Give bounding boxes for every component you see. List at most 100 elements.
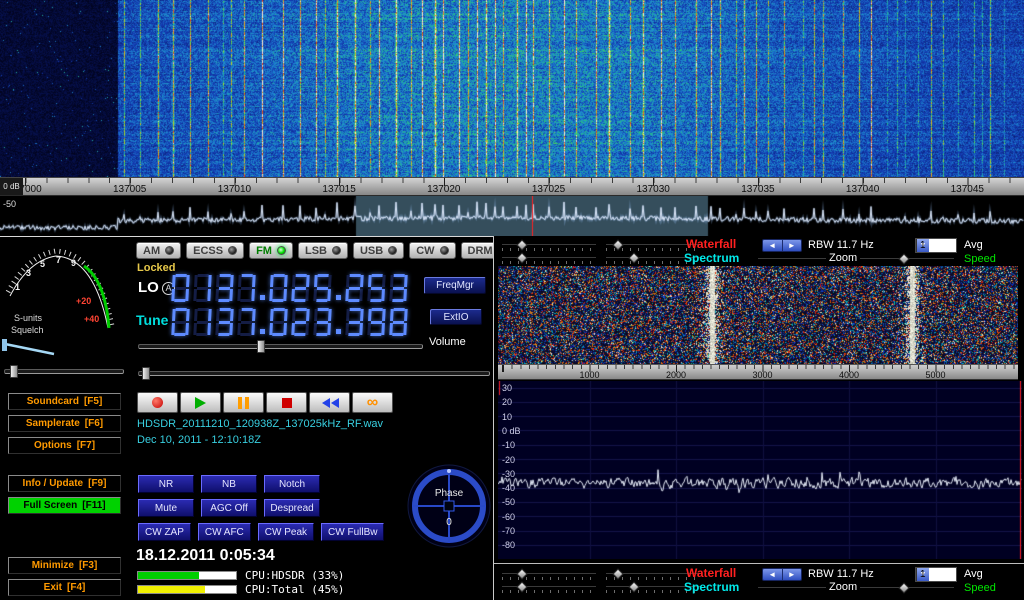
db-label: 20 [502,397,512,407]
cpu-total-label: CPU:Total (45%) [245,583,344,596]
cpu-hdsdr-label: CPU:HDSDR (33%) [245,569,344,582]
right-bottom-bar: WaterfallSpectrum ◄► RBW 11.7 HzZoom 1▼ Avg S… [496,566,1024,596]
ruler-label: 137045 [951,184,984,195]
db-label: -30 [502,469,515,479]
db-label: 0 dB [502,426,521,436]
ruler-corner-db-label: 0 dB [0,178,23,195]
dsp-button-cw-fullbw[interactable]: CW FullBw [321,523,384,541]
cpu-hdsdr-fill [138,572,199,579]
db-label: -80 [502,540,515,550]
waterfall-label-bottom[interactable]: Waterfall [686,566,736,580]
db-label: 10 [502,412,512,422]
ruler-label: 137010 [218,184,251,195]
right-top-bar: WaterfallSpectrum ◄► RBW 11.7 HzZoom 1▼ Avg S… [496,237,1024,267]
db-label: -10 [502,440,515,450]
dsp-button-despread[interactable]: Despread [264,499,320,517]
dsp-button-notch[interactable]: Notch [264,475,320,493]
slider-thumb-icon[interactable] [898,253,909,264]
db-label: -20 [502,455,515,465]
cpu-total-row: CPU:Total (45%) [137,583,344,596]
phase-label: Phase [435,488,464,499]
ruler-label: 137040 [846,184,879,195]
dsp-button-mute[interactable]: Mute [138,499,194,517]
spectrum-label-bottom[interactable]: Spectrum [684,580,739,594]
datetime-display: 18.12.2011 0:05:34 [136,547,275,565]
cpu-hdsdr-row: CPU:HDSDR (33%) [137,569,344,582]
cpu-total-bar [137,585,237,594]
audio-waterfall[interactable] [498,266,1018,364]
slider-thumb-icon[interactable] [898,582,909,593]
display-slider-2-top[interactable] [502,253,596,265]
hdsdr-window: 0 dB 13700013700513701013701513702013702… [0,0,1024,600]
dsp-row: Mute AGC Off Despread [138,499,320,517]
dsp-button-cw-peak[interactable]: CW Peak [258,523,314,541]
divider-line [494,563,1024,564]
display-slider-2-bottom[interactable] [502,582,596,594]
display-slider-0-top[interactable] [502,240,596,252]
panel-divider [493,236,494,600]
db-label: -60 [502,512,515,522]
avg-dropdown-bottom[interactable]: 1▼ [915,567,957,582]
ruler-label: 4000 [839,370,859,380]
speed-label-top: Speed [964,253,996,265]
spectrum-label-top[interactable]: Spectrum [684,251,739,265]
db-label: 30 [502,383,512,393]
slider-ticks [502,577,596,580]
display-slider-0-bottom[interactable] [502,569,596,581]
phase-top-dot [447,469,451,473]
slider-ticks [502,248,596,251]
main-waterfall[interactable] [0,0,1024,177]
zoom-label-bottom: Zoom [826,581,860,593]
upper-spectrum-container[interactable]: -50 [0,196,1024,236]
ruler-label: 137030 [637,184,670,195]
ruler-label: 137025 [532,184,565,195]
rbw-label-bottom: RBW 11.7 Hz [808,568,874,580]
upper-spectrum[interactable] [0,196,1024,236]
ruler-label: 1000 [579,370,599,380]
ruler-label: 137005 [113,184,146,195]
dsp-button-nr[interactable]: NR [138,475,194,493]
phase-indicator: Phase 0 [406,463,492,549]
slider-ticks [502,590,596,593]
phase-value: 0 [446,517,452,528]
waterfall-label-top[interactable]: Waterfall [686,237,736,251]
dsp-row: NR NB Notch [138,475,320,493]
phase-center [444,501,454,511]
dropdown-value: 1 [916,239,926,252]
db-label: -70 [502,526,515,536]
arrow-right-icon[interactable]: ► [783,240,802,251]
upper-spectrum-db-label: -50 [3,199,16,209]
cpu-hdsdr-bar [137,571,237,580]
ruler-label: 5000 [925,370,945,380]
right-wf-ruler[interactable]: 10002000300040005000 [498,364,1018,380]
arrow-right-icon[interactable]: ► [783,569,802,580]
zoom-label-top: Zoom [826,252,860,264]
avg-label-bottom: Avg [964,568,983,580]
dsp-button-cw-afc[interactable]: CW AFC [198,523,251,541]
right-panel: WaterfallSpectrum◄►RBW 11.7 HzZoom1▼AvgS… [494,236,1024,600]
dropdown-value: 1 [916,568,926,581]
ruler-label: 2000 [666,370,686,380]
dsp-button-agc-off[interactable]: AGC Off [201,499,257,517]
dsp-button-nb[interactable]: NB [201,475,257,493]
db-label: -50 [502,497,515,507]
ruler-label: 137015 [322,184,355,195]
avg-dropdown-top[interactable]: 1▼ [915,238,957,253]
ruler-label: 137035 [741,184,774,195]
shift-arrows-bottom[interactable]: ◄► [762,568,802,581]
arrow-left-icon[interactable]: ◄ [763,569,783,580]
avg-label-top: Avg [964,239,983,251]
rbw-label-top: RBW 11.7 Hz [808,239,874,251]
slider-ticks [502,261,596,264]
db-label: -40 [502,483,515,493]
cpu-total-fill [138,586,205,593]
speed-label-bottom: Speed [964,582,996,594]
dsp-button-cw-zap[interactable]: CW ZAP [138,523,191,541]
top-ruler[interactable]: 0 dB 13700013700513701013701513702013702… [0,177,1024,196]
dsp-row: CW ZAP CW AFC CW Peak CW FullBw [138,523,384,541]
ruler-label: 137020 [427,184,460,195]
right-spectrum[interactable]: 30 20 10 0 dB -10 -20 -30 -40 -50 -60 -70 -80 [498,381,1022,559]
audio-spectrum[interactable] [498,381,1022,559]
arrow-left-icon[interactable]: ◄ [763,240,783,251]
shift-arrows-top[interactable]: ◄► [762,239,802,252]
